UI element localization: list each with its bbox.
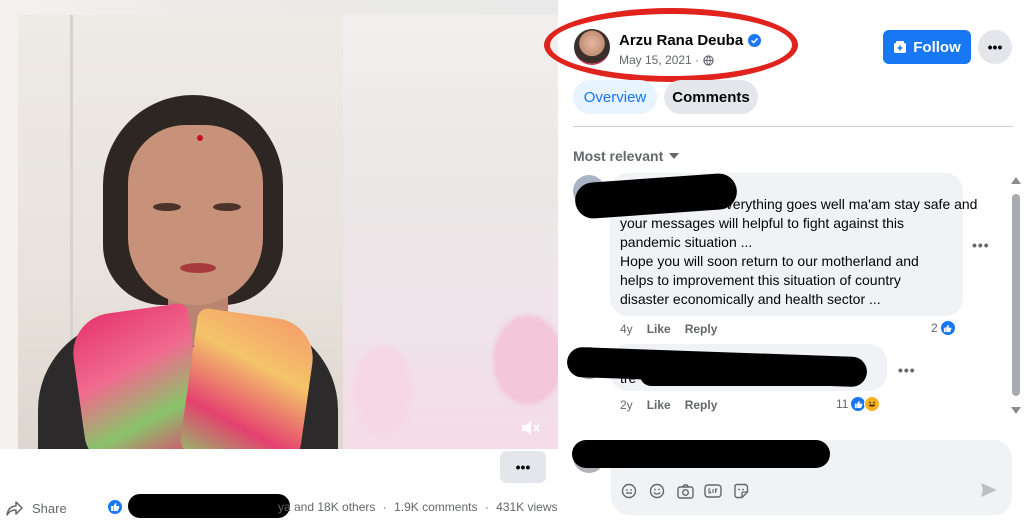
scrollbar-thumb[interactable] <box>1012 194 1020 396</box>
comment-like-link[interactable]: Like <box>647 398 671 412</box>
views-count: 431K views <box>496 500 558 514</box>
comment-more-button[interactable]: ••• <box>898 362 916 378</box>
post-more-button[interactable]: ••• <box>978 30 1012 64</box>
comment-more-button[interactable]: ••• <box>972 237 990 253</box>
like-reaction-icon <box>939 320 956 336</box>
sort-dropdown[interactable]: Most relevant <box>573 148 680 164</box>
comment-like-link[interactable]: Like <box>647 322 671 336</box>
video-blur-background <box>343 15 558 449</box>
comment-reply-link[interactable]: Reply <box>685 398 718 412</box>
person-eye <box>153 203 181 211</box>
reaction-count: 2 <box>931 321 938 335</box>
video-frame <box>18 15 343 449</box>
camera-icon[interactable] <box>676 482 694 500</box>
reaction-count: 11 <box>836 397 849 411</box>
blur-spot <box>493 315 558 405</box>
facebook-video-post: ••• Share ya and 18K others · 1.9K comme… <box>0 0 1024 531</box>
reactions-summary[interactable]: ya and 18K others <box>278 500 375 514</box>
annotation-circle <box>544 8 798 82</box>
wall-line <box>70 15 73 345</box>
like-reaction-icon <box>106 498 124 516</box>
scroll-up-icon[interactable] <box>1010 175 1022 185</box>
separator: · <box>382 500 387 514</box>
caret-down-icon <box>669 153 680 159</box>
share-label: Share <box>32 500 67 516</box>
share-icon <box>6 501 23 516</box>
separator: · <box>484 500 489 514</box>
emoji-icon[interactable] <box>648 482 666 500</box>
bindi <box>197 135 203 141</box>
haha-reaction-icon <box>864 396 881 412</box>
sticker-icon[interactable] <box>732 482 750 500</box>
sort-label: Most relevant <box>573 148 664 164</box>
comment-reactions[interactable]: 2 <box>931 320 956 336</box>
comment-text-line: Hope you will soon return to our motherl… <box>620 253 919 269</box>
share-button[interactable]: Share <box>6 500 67 516</box>
redacted-name <box>572 440 830 468</box>
video-player[interactable] <box>0 0 558 449</box>
composer-tools <box>620 482 750 500</box>
comment-text-line: everything goes well ma'am stay safe and <box>718 196 978 212</box>
blur-spot <box>353 345 413 435</box>
video-more-button[interactable]: ••• <box>500 451 546 483</box>
tab-overview[interactable]: Overview <box>573 80 657 114</box>
comment-age[interactable]: 4y <box>620 322 633 336</box>
follow-icon <box>894 41 907 53</box>
gif-icon[interactable] <box>704 482 722 500</box>
mute-icon[interactable] <box>518 417 544 439</box>
follow-button[interactable]: Follow <box>883 30 971 64</box>
post-footer: Share ya and 18K others · 1.9K comments … <box>0 490 558 526</box>
avatar-sticker-icon[interactable] <box>620 482 638 500</box>
send-icon[interactable] <box>980 482 998 500</box>
comment-text-line: your messages will helpful to fight agai… <box>620 215 905 231</box>
comment-text-line: helps to improvement this situation of c… <box>620 272 901 288</box>
person-lips <box>180 263 216 273</box>
scroll-down-icon[interactable] <box>1010 405 1022 415</box>
follow-label: Follow <box>913 38 961 56</box>
redacted-text <box>640 364 850 386</box>
divider <box>573 126 1013 127</box>
comments-count[interactable]: 1.9K comments <box>394 500 477 514</box>
tab-comments[interactable]: Comments <box>664 80 758 114</box>
scarf <box>178 307 318 449</box>
comment-actions: 4y Like Reply <box>620 322 717 336</box>
comment-text-line: pandemic situation ... <box>620 234 753 250</box>
comment-reply-link[interactable]: Reply <box>685 322 718 336</box>
person-eye <box>213 203 241 211</box>
redacted-names <box>128 494 290 518</box>
person-face <box>128 125 263 305</box>
comment-actions: 2y Like Reply <box>620 398 717 412</box>
comment-text-line: disaster economically and health sector … <box>620 291 881 307</box>
comment-reactions[interactable]: 11 <box>836 396 881 412</box>
post-stats: ya and 18K others · 1.9K comments · 431K… <box>278 500 558 514</box>
comment-age[interactable]: 2y <box>620 398 633 412</box>
